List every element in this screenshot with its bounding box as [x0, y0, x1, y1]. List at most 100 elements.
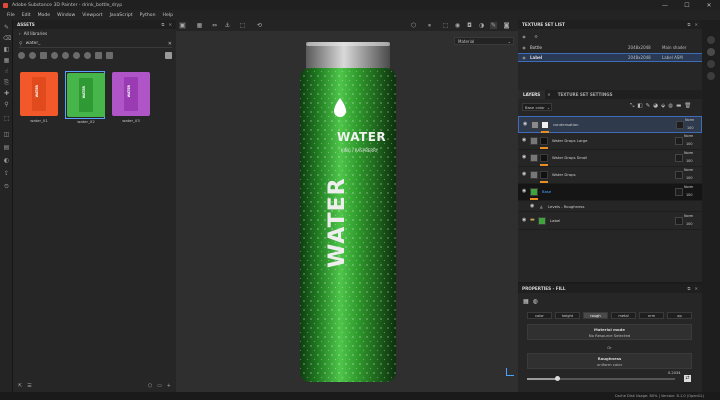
menu-javascript[interactable]: JavaScript — [110, 13, 133, 18]
layer-blend-mode[interactable]: Norm — [684, 134, 693, 138]
add-paint-layer-icon[interactable]: ✎ — [646, 103, 651, 110]
geometry-mask-icon[interactable]: ▦ — [3, 58, 10, 64]
layer-opacity[interactable]: 100 — [687, 126, 693, 130]
folder-row[interactable]: ◉ ▬ Label Norm 100 — [518, 213, 702, 230]
channel-ap[interactable]: ap — [667, 312, 692, 319]
filter-smart-materials-icon[interactable] — [29, 51, 36, 59]
texture-set-shader[interactable]: Main shader — [662, 45, 698, 50]
float-icon[interactable]: ⧉ — [161, 22, 164, 27]
eye-icon[interactable]: ◉ — [518, 55, 530, 60]
folder-icon[interactable]: ▭ — [157, 383, 162, 389]
eye-icon[interactable]: ◉ — [530, 203, 534, 209]
channel-nrm[interactable]: nrm — [639, 312, 664, 319]
selection-icon[interactable]: ⬚ — [3, 116, 10, 122]
menu-python[interactable]: Python — [140, 13, 156, 18]
eraser-icon[interactable]: ⌫ — [3, 36, 11, 42]
tab-layers[interactable]: LAYERS — [518, 90, 546, 99]
projection-icon[interactable]: ◧ — [3, 47, 10, 53]
import-icon[interactable]: ⇱ — [18, 383, 22, 389]
layer-row[interactable]: ◉ Base Norm 100 — [518, 184, 702, 201]
channel-select[interactable]: Base color ⌄ — [522, 103, 552, 111]
maximize-button[interactable]: ☐ — [676, 2, 698, 9]
filter-alphas-icon[interactable] — [51, 51, 58, 59]
channel-color[interactable]: color — [527, 312, 552, 319]
material-picker-icon[interactable]: ✚ — [3, 91, 10, 97]
texture-set-shader[interactable]: Label ASM — [662, 55, 698, 60]
list-view-icon[interactable]: ☰ — [27, 383, 31, 389]
add-effect-icon[interactable]: ⤡ — [630, 103, 634, 110]
filter-filters-icon[interactable] — [73, 51, 80, 59]
add-icon[interactable]: + — [167, 383, 171, 389]
layer-row[interactable]: ◉ Water Drops Norm 100 — [518, 167, 702, 184]
eyedropper-icon[interactable]: ⇄ — [684, 375, 691, 382]
clear-search-icon[interactable]: ✕ — [168, 41, 172, 47]
add-mask-icon[interactable]: ◧ — [637, 103, 642, 110]
smart-material-icon[interactable]: ◍ — [668, 103, 673, 110]
roughness-value[interactable]: 0.2034 — [668, 371, 681, 375]
eye-icon[interactable]: ◉ — [522, 188, 526, 194]
layer-blend-mode[interactable]: Norm — [684, 185, 693, 189]
asset-search-input[interactable] — [25, 41, 156, 46]
filter-environments-icon[interactable] — [106, 51, 113, 59]
smudge-icon[interactable]: ☝ — [3, 69, 10, 75]
eye-icon[interactable]: ◉ — [518, 45, 530, 50]
clone-icon[interactable]: ⎘ — [3, 80, 10, 86]
asset-thumb-water-03[interactable]: WATER water_03 — [111, 71, 151, 123]
close-panel-icon[interactable]: ✕ — [694, 22, 698, 27]
layer-opacity[interactable]: 100 — [686, 142, 692, 146]
menu-help[interactable]: Help — [163, 13, 173, 18]
menu-window[interactable]: Window — [57, 13, 75, 18]
layer-opacity[interactable]: 100 — [686, 193, 692, 197]
visibility-icon[interactable]: ◉ — [518, 34, 530, 39]
filter-generators-icon[interactable] — [84, 51, 91, 59]
filter-grids-icon[interactable] — [95, 51, 102, 59]
layer-opacity[interactable]: 100 — [686, 176, 692, 180]
layer-blend-mode[interactable]: Norm — [684, 214, 693, 218]
tab-texture-set-settings[interactable]: TEXTURE SET SETTINGS — [553, 90, 618, 99]
texture-set-dock-icon[interactable] — [707, 36, 715, 44]
viewport[interactable]: ▣ ▦ ⇔ ⚓ ⬚ ⟲ ⬡ ⏸ ⬚ ◉ ◘ ◑ ✎ ◙ Material ⌄ W… — [176, 20, 518, 392]
layers-dock-icon[interactable] — [707, 48, 715, 56]
tab-close-icon[interactable]: ✕ — [545, 90, 552, 99]
eye-icon[interactable]: ◉ — [523, 121, 527, 127]
eye-icon[interactable]: ◉ — [522, 171, 526, 177]
filter-materials-icon[interactable] — [18, 51, 25, 59]
material-mode-box[interactable]: Material mode No Resource Selected — [527, 324, 692, 340]
paint-brush-icon[interactable]: ✎ — [3, 25, 10, 31]
delete-layer-icon[interactable]: 🗑 — [684, 103, 691, 110]
asset-thumb-water-02[interactable]: WATER water_02 — [65, 71, 105, 124]
roughness-slider[interactable] — [527, 376, 675, 381]
material-mode-icon[interactable]: ◍ — [533, 298, 538, 305]
channel-height[interactable]: height — [555, 312, 580, 319]
shader-settings-icon[interactable]: ◐ — [3, 158, 10, 164]
channel-metal[interactable]: metal — [611, 312, 636, 319]
layer-blend-mode[interactable]: Norm — [684, 168, 693, 172]
slider-handle[interactable] — [554, 376, 560, 381]
library-selector[interactable]: › All libraries — [13, 29, 176, 38]
color-picker-icon[interactable]: ⚲ — [3, 102, 10, 108]
close-button[interactable]: ✕ — [698, 2, 720, 9]
export-icon[interactable]: ⇪ — [3, 171, 10, 177]
close-panel-icon[interactable]: ✕ — [694, 286, 698, 291]
float-icon[interactable]: ⧉ — [687, 286, 690, 291]
layer-opacity[interactable]: 100 — [686, 159, 692, 163]
texture-set-row[interactable]: ◉ Label 2048x2048 Label ASM — [518, 53, 702, 62]
add-folder-icon[interactable]: ▬ — [676, 103, 681, 110]
layer-opacity[interactable]: 100 — [686, 222, 692, 226]
eye-icon[interactable]: ◉ — [522, 137, 526, 143]
menu-edit[interactable]: Edit — [22, 13, 31, 18]
asset-thumb-water-01[interactable]: WATER water_01 — [19, 71, 59, 123]
eye-icon[interactable]: ◉ — [522, 154, 526, 160]
layer-row[interactable]: ◉ Water Drops Large Norm 100 — [518, 133, 702, 150]
menu-file[interactable]: File — [7, 13, 15, 18]
channel-rough[interactable]: rough — [583, 312, 608, 319]
layer-blend-mode[interactable]: Norm — [685, 118, 694, 122]
menu-mode[interactable]: Mode — [38, 13, 51, 18]
settings-icon[interactable]: ⚙ — [530, 34, 542, 39]
add-fill-icon[interactable]: ⬙ — [661, 103, 665, 110]
layer-blend-mode[interactable]: Norm — [684, 151, 693, 155]
new-library-icon[interactable]: ⬡ — [148, 383, 152, 389]
fill-mode-icon[interactable]: ▦ — [523, 298, 529, 305]
eye-icon[interactable]: ◉ — [522, 217, 526, 223]
filter-brushes-icon[interactable] — [62, 51, 69, 59]
